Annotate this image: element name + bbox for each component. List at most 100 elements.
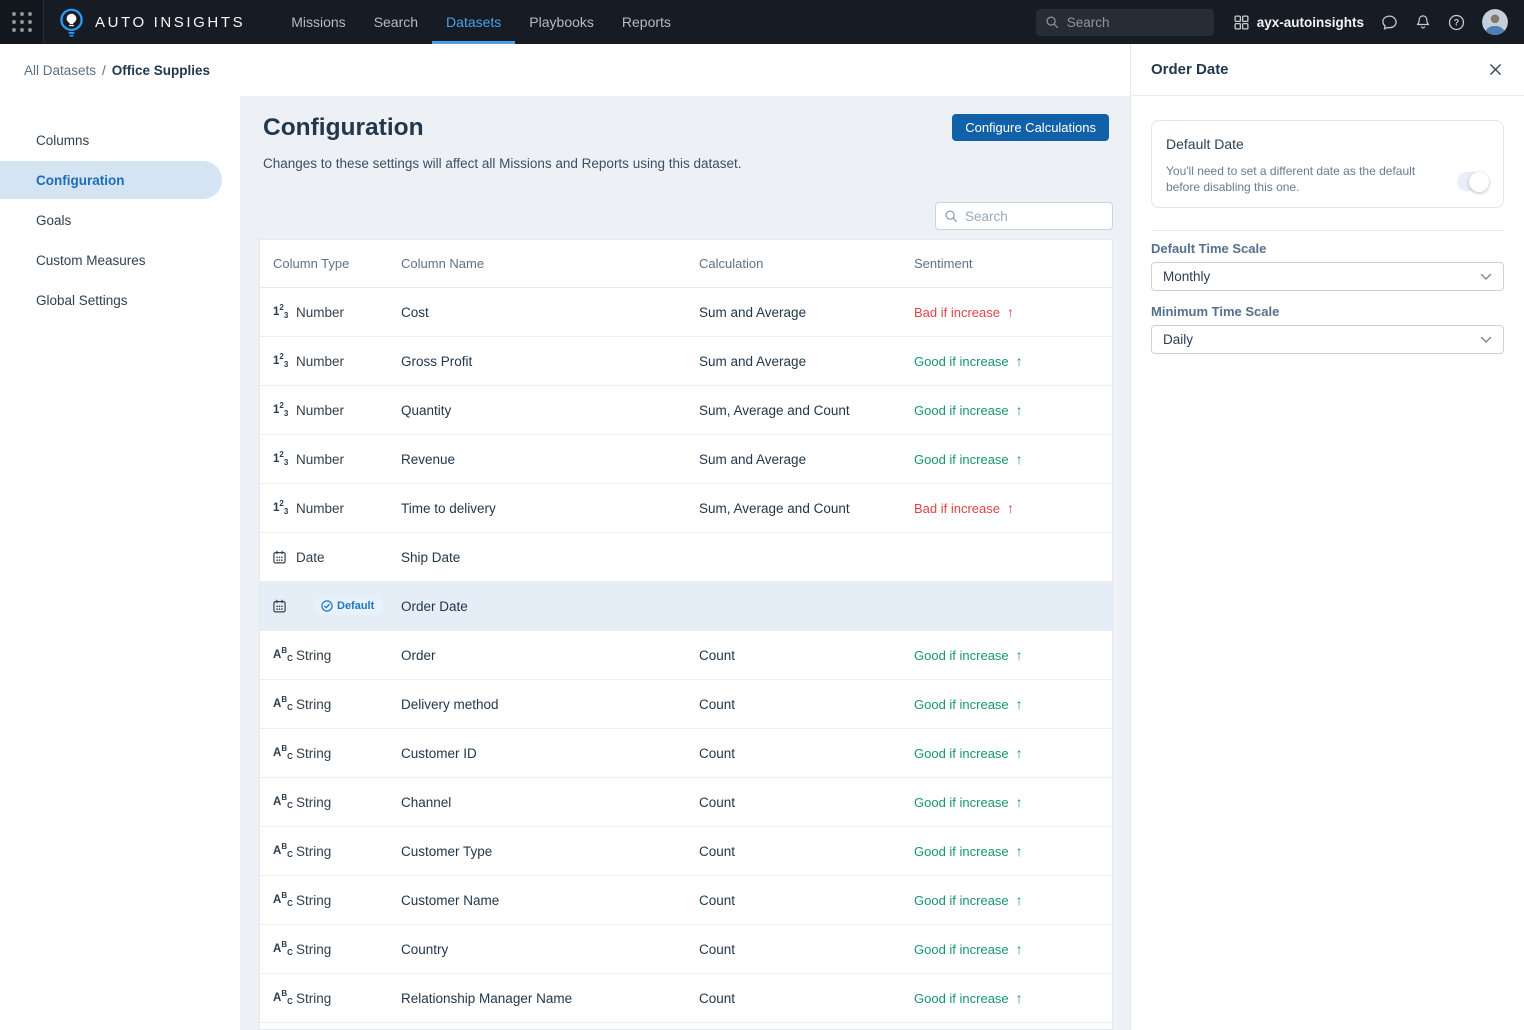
table-row[interactable]: ABC String Order Count Good if increase … [260,631,1112,680]
table-row[interactable]: 123 Number Gross Profit Sum and Average … [260,337,1112,386]
brand-name: AUTO INSIGHTS [95,14,245,31]
cell-column-name: Channel [388,795,686,810]
brand: AUTO INSIGHTS [59,7,245,38]
settings-sidebar: Columns Configuration Goals Custom Measu… [0,96,240,1030]
default-date-toggle[interactable] [1457,172,1488,191]
cell-sentiment: Good if increase ↑ [901,353,1112,369]
arrow-up-icon: ↑ [1007,500,1014,516]
panel-divider [1151,230,1504,231]
global-search-input[interactable] [1067,15,1205,30]
arrow-up-icon: ↑ [1016,990,1023,1006]
cell-sentiment: Good if increase ↑ [901,990,1112,1006]
sentiment-link[interactable]: Bad if increase ↑ [914,500,1014,516]
cell-calculation: Count [686,746,901,761]
global-search [1036,9,1214,36]
table-row[interactable]: ABC String Channel Count Good if increas… [260,778,1112,827]
account-menu[interactable]: ayx-autoinsights [1234,15,1364,30]
table-row[interactable]: 123 Number Cost Sum and Average Bad if i… [260,288,1112,337]
sentiment-link[interactable]: Good if increase ↑ [914,941,1023,957]
table-row[interactable]: ABC String Customer Name Count Good if i… [260,876,1112,925]
cell-calculation: Count [686,991,901,1006]
columns-table: Column Type Column Name Calculation Sent… [259,239,1113,1030]
cell-column-type: ABC String [260,941,388,957]
arrow-up-icon: ↑ [1016,941,1023,957]
help-button[interactable]: ? [1448,14,1465,31]
bell-icon [1415,14,1431,30]
cell-column-name: Quantity [388,403,686,418]
notifications-button[interactable] [1415,14,1431,30]
nav-item-missions[interactable]: Missions [277,0,359,44]
string-icon: ABC [273,647,290,663]
string-icon: ABC [273,745,290,761]
cell-calculation: Count [686,893,901,908]
close-button[interactable] [1489,63,1502,76]
configure-calculations-button[interactable]: Configure Calculations [952,114,1109,141]
user-avatar[interactable] [1482,9,1508,35]
string-icon: ABC [273,990,290,1006]
cell-sentiment: Good if increase ↑ [901,941,1112,957]
table-row[interactable]: ABC String Delivery method Count Good if… [260,680,1112,729]
sidebar-item-configuration[interactable]: Configuration [0,161,222,199]
table-row[interactable]: ABC String Country Count Good if increas… [260,925,1112,974]
sentiment-link[interactable]: Good if increase ↑ [914,647,1023,663]
cell-column-type: 123 Number [260,500,388,516]
cell-calculation: Count [686,648,901,663]
cell-column-name: Relationship Manager Name [388,991,686,1006]
app-launcher-button[interactable] [0,0,44,44]
cell-sentiment: Good if increase ↑ [901,647,1112,663]
cell-sentiment: Good if increase ↑ [901,843,1112,859]
header-calculation: Calculation [686,256,901,271]
cell-calculation: Sum, Average and Count [686,501,901,516]
default-time-scale-select[interactable]: Monthly [1151,262,1504,291]
table-row[interactable]: 123 Number Quantity Sum, Average and Cou… [260,386,1112,435]
sentiment-link[interactable]: Bad if increase ↑ [914,304,1014,320]
close-icon [1489,63,1502,76]
app-window: AUTO INSIGHTS Missions Search Datasets P… [0,0,1524,1030]
sentiment-link[interactable]: Good if increase ↑ [914,696,1023,712]
cell-sentiment: Good if increase ↑ [901,794,1112,810]
sentiment-link[interactable]: Good if increase ↑ [914,794,1023,810]
cell-column-name: Cost [388,305,686,320]
cell-column-type: ABC String [260,843,388,859]
nav-utilities: ayx-autoinsights ? [1234,9,1508,35]
table-row[interactable]: ABC String Customer Type Count Good if i… [260,827,1112,876]
cell-calculation: Sum and Average [686,452,901,467]
table-search-input[interactable] [965,209,1104,224]
chat-button[interactable] [1381,14,1398,31]
panel-title: Order Date [1151,61,1229,78]
chevron-down-icon [1480,273,1492,281]
table-row[interactable]: 123 Number Time to delivery Sum, Average… [260,484,1112,533]
nav-item-playbooks[interactable]: Playbooks [515,0,608,44]
cell-column-name: Order Date [388,599,686,614]
table-row[interactable]: 123 Number Revenue Sum and Average Good … [260,435,1112,484]
minimum-time-scale-select[interactable]: Daily [1151,325,1504,354]
sentiment-link[interactable]: Good if increase ↑ [914,402,1023,418]
table-row[interactable]: ABC String Relationship Manager Name Cou… [260,974,1112,1023]
number-icon: 123 [273,451,290,467]
nav-item-datasets[interactable]: Datasets [432,0,515,44]
sidebar-item-custom-measures[interactable]: Custom Measures [0,240,222,280]
cell-column-name: Order [388,648,686,663]
arrow-up-icon: ↑ [1016,353,1023,369]
table-row[interactable]: Date Ship Date [260,533,1112,582]
sidebar-item-goals[interactable]: Goals [0,200,222,240]
table-row[interactable]: ABC String Customer ID Count Good if inc… [260,729,1112,778]
sentiment-link[interactable]: Good if increase ↑ [914,451,1023,467]
sidebar-item-global-settings[interactable]: Global Settings [0,280,222,320]
sidebar-item-columns[interactable]: Columns [0,120,222,160]
sentiment-link[interactable]: Good if increase ↑ [914,990,1023,1006]
breadcrumb-all-datasets[interactable]: All Datasets [24,63,96,78]
nav-item-search[interactable]: Search [360,0,432,44]
nav-item-reports[interactable]: Reports [608,0,685,44]
arrow-up-icon: ↑ [1016,451,1023,467]
sentiment-link[interactable]: Good if increase ↑ [914,353,1023,369]
sentiment-link[interactable]: Good if increase ↑ [914,843,1023,859]
header-sentiment: Sentiment [901,256,1112,271]
sentiment-link[interactable]: Good if increase ↑ [914,745,1023,761]
sentiment-link[interactable]: Good if increase ↑ [914,892,1023,908]
table-row[interactable]: Default Order Date [260,582,1112,631]
cell-calculation: Sum, Average and Count [686,403,901,418]
toggle-knob [1469,172,1489,192]
number-icon: 123 [273,402,290,418]
cell-calculation: Count [686,795,901,810]
